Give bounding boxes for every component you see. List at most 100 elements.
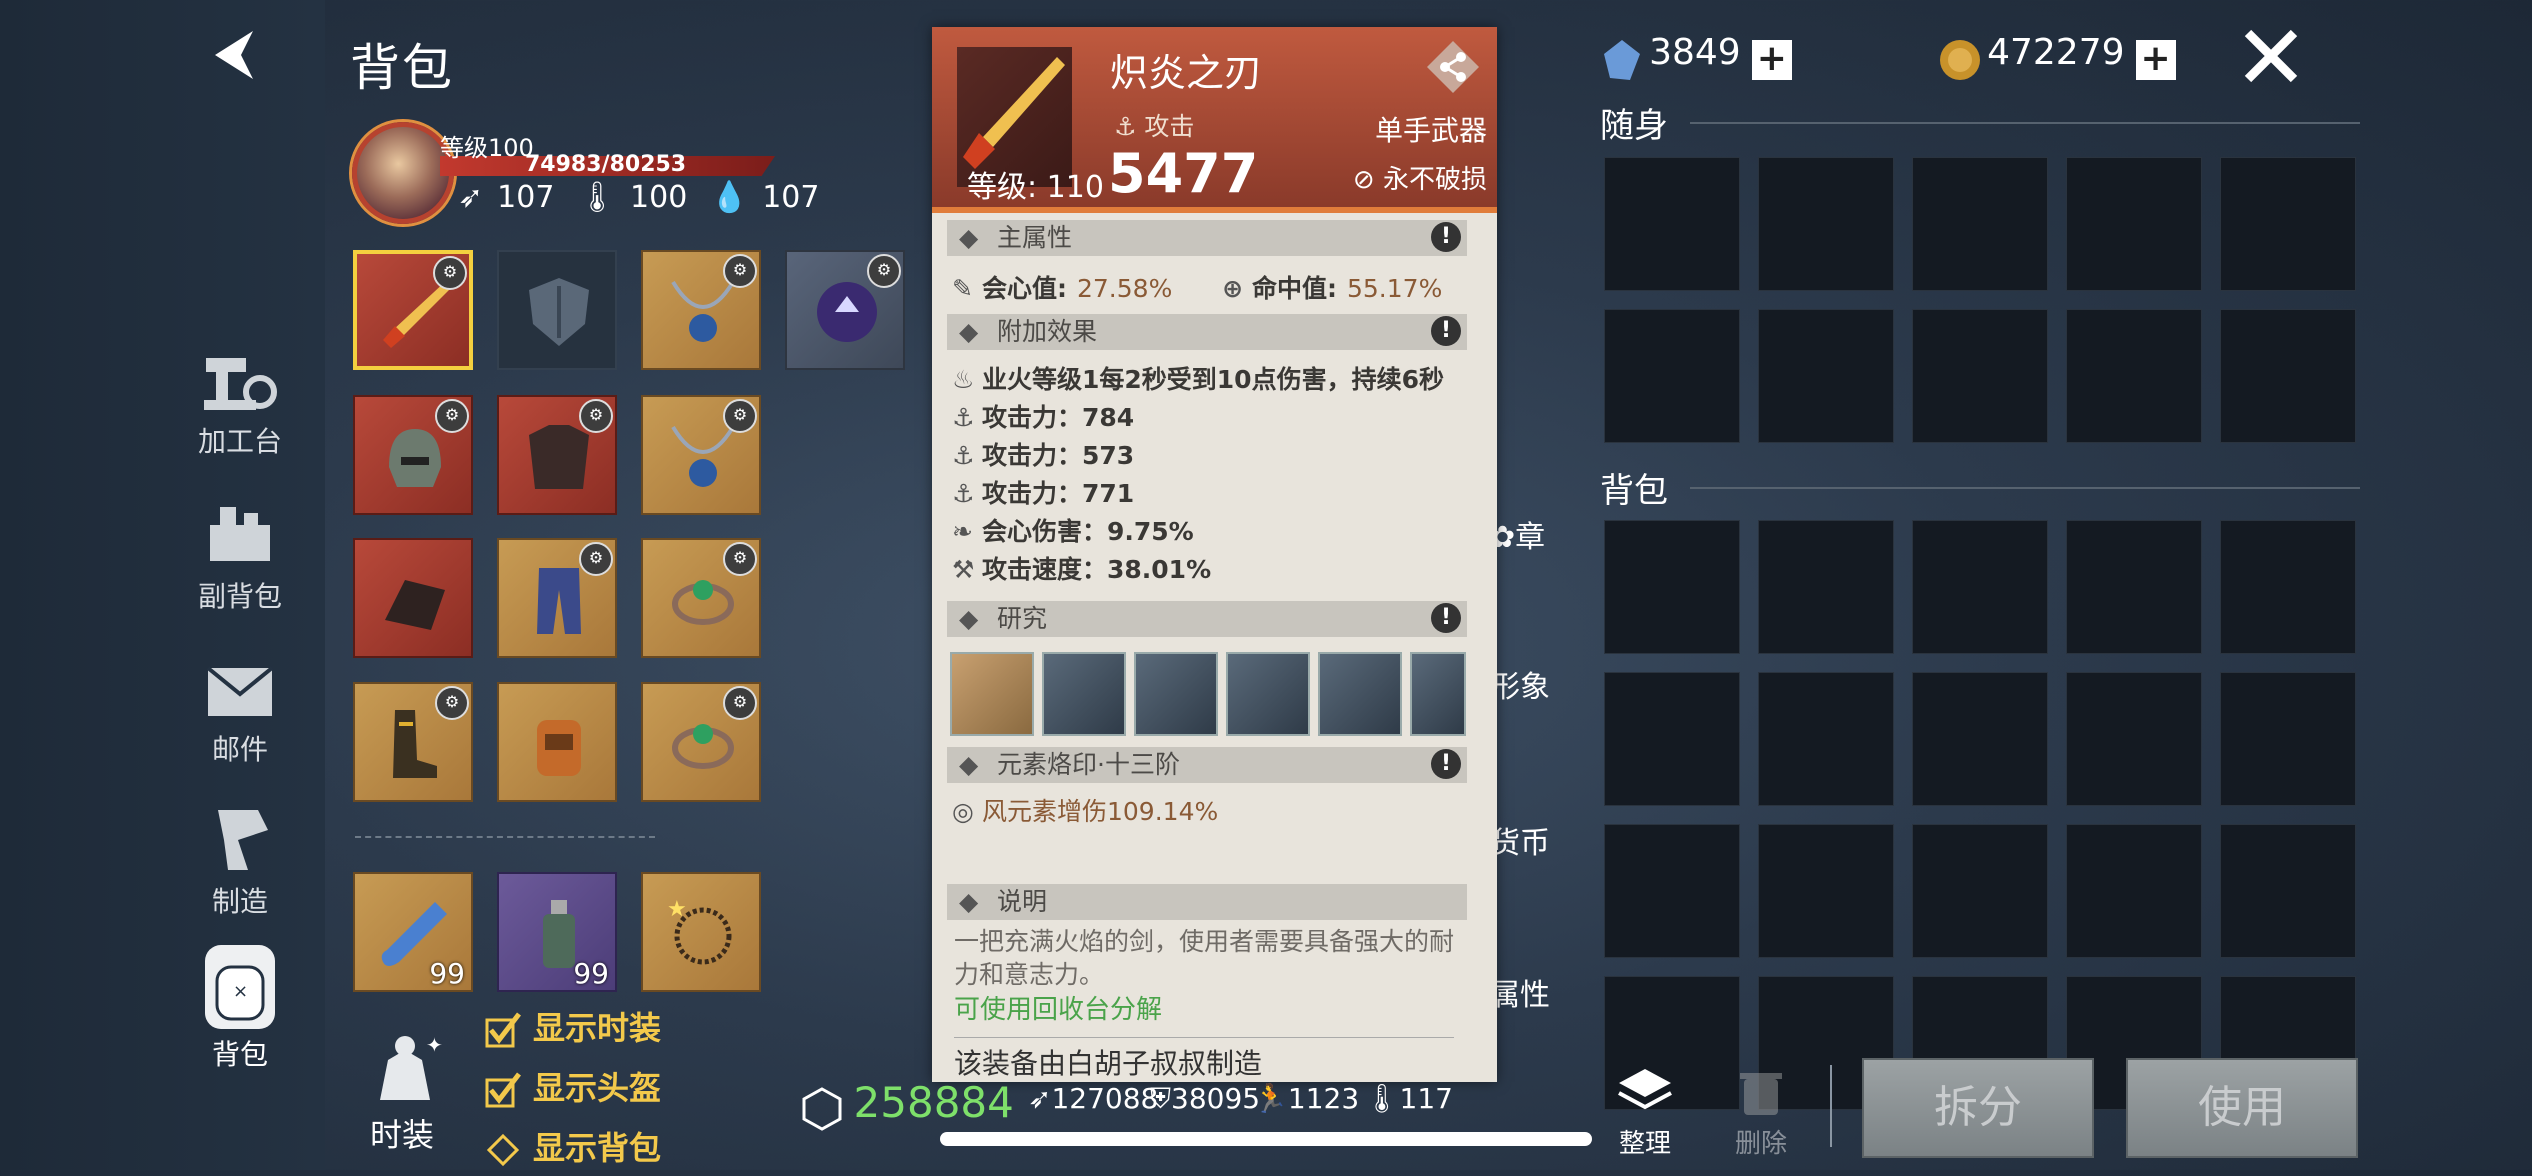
coin-icon bbox=[1938, 39, 1982, 80]
inventory-slot[interactable] bbox=[2220, 157, 2356, 291]
nav-item-mail[interactable]: 邮件 bbox=[180, 648, 300, 768]
gem-icon bbox=[1600, 39, 1644, 80]
research-scroll-icon[interactable] bbox=[1134, 652, 1218, 736]
research-scroll-icon[interactable] bbox=[1042, 652, 1126, 736]
inventory-slot[interactable] bbox=[2066, 309, 2202, 443]
info-icon[interactable]: ! bbox=[1431, 222, 1461, 252]
item-maker: 该装备由白胡子叔叔制造 bbox=[954, 1037, 1454, 1082]
equip-slot-ring[interactable]: ⚙ bbox=[641, 538, 761, 658]
info-icon[interactable]: ! bbox=[1431, 749, 1461, 779]
equip-slot-helmet[interactable]: ⚙ bbox=[353, 395, 473, 515]
share-icon[interactable] bbox=[1423, 39, 1483, 99]
inventory-slot[interactable] bbox=[1912, 824, 2048, 958]
research-scroll-icon[interactable] bbox=[1410, 652, 1466, 736]
sort-label: 整理 bbox=[1618, 1129, 1671, 1159]
equip-slot-chest[interactable]: ⚙ bbox=[497, 395, 617, 515]
option-show-backpack[interactable]: 显示背包 bbox=[485, 1123, 661, 1169]
inventory-slot[interactable] bbox=[1912, 672, 2048, 806]
equip-slot-weapon[interactable]: ⚙ bbox=[353, 250, 473, 370]
inventory-slot[interactable] bbox=[1912, 520, 2048, 654]
info-icon[interactable]: ! bbox=[1431, 603, 1461, 633]
research-book-icon[interactable] bbox=[950, 652, 1034, 736]
section-extra-effects: ◆ 附加效果! bbox=[947, 314, 1467, 350]
option-show-fashion[interactable]: 显示时装 bbox=[485, 1003, 661, 1049]
inventory-slot[interactable] bbox=[2066, 824, 2202, 958]
equip-slot-necklace[interactable]: ⚙ bbox=[641, 250, 761, 370]
fashion-icon[interactable]: ✦ bbox=[360, 1030, 450, 1110]
consumable-slot-1[interactable]: 99 bbox=[353, 872, 473, 992]
nav-item-crafting[interactable]: 制造 bbox=[180, 800, 300, 920]
nav-label-sub-backpack: 副背包 bbox=[197, 580, 282, 613]
side-tab-badge[interactable]: ✿章 bbox=[1490, 512, 1545, 556]
bottom-stat-c: 🏃1123 bbox=[1253, 1082, 1360, 1115]
inventory-slot[interactable] bbox=[2066, 157, 2202, 291]
back-arrow-icon[interactable] bbox=[205, 25, 265, 85]
effect-row: ❧ 会心伤害：9.75% bbox=[952, 517, 1194, 546]
inventory-slot[interactable] bbox=[1758, 520, 1894, 654]
delete-button[interactable]: 删除 bbox=[1728, 1065, 1794, 1160]
inventory-slot[interactable] bbox=[2066, 672, 2202, 806]
backpack-item-icon bbox=[519, 704, 599, 784]
attack-speed-icon: ⚒ bbox=[952, 555, 975, 584]
inventory-slot[interactable] bbox=[2220, 672, 2356, 806]
inventory-slot[interactable] bbox=[1758, 157, 1894, 291]
layers-icon bbox=[1615, 1069, 1675, 1123]
shield-icon: ⛨ bbox=[1150, 1082, 1172, 1115]
consumable-slot-3[interactable]: ★ bbox=[641, 872, 761, 992]
research-scroll-icon[interactable] bbox=[1318, 652, 1402, 736]
inventory-slot[interactable] bbox=[1758, 309, 1894, 443]
use-button[interactable]: 使用 bbox=[2126, 1058, 2358, 1158]
gear-badge-icon: ⚙ bbox=[579, 399, 613, 433]
inventory-slot[interactable] bbox=[1758, 672, 1894, 806]
inventory-slot[interactable] bbox=[2220, 824, 2356, 958]
sort-button[interactable]: 整理 bbox=[1612, 1065, 1678, 1160]
stamina-icon: ➶ bbox=[1028, 1082, 1052, 1115]
diamond-icon: ◆ bbox=[959, 750, 979, 779]
close-icon[interactable] bbox=[2240, 25, 2302, 91]
nav-item-sub-backpack[interactable]: 副背包 bbox=[180, 495, 300, 615]
equip-slot-shield[interactable] bbox=[497, 250, 617, 370]
equip-slot-orb[interactable]: ⚙ bbox=[785, 250, 905, 370]
temperature-icon: 🌡 bbox=[1364, 1082, 1400, 1115]
inventory-slot[interactable] bbox=[1604, 672, 1740, 806]
character-stats: ➶ 107 🌡 100 💧 107 bbox=[458, 180, 833, 215]
gear-badge-icon: ⚙ bbox=[723, 399, 757, 433]
side-tab-attributes[interactable]: 属性 bbox=[1490, 970, 1550, 1014]
equip-slot-ring-2[interactable]: ⚙ bbox=[641, 682, 761, 802]
inventory-slot[interactable] bbox=[1604, 157, 1740, 291]
inventory-slot[interactable] bbox=[2220, 520, 2356, 654]
inventory-slot[interactable] bbox=[1758, 824, 1894, 958]
coin-currency: 472279 + bbox=[1938, 32, 2176, 82]
inventory-slot[interactable] bbox=[2066, 520, 2202, 654]
equip-slot-boots[interactable]: ⚙ bbox=[353, 682, 473, 802]
consumable-slot-2[interactable]: 99 bbox=[497, 872, 617, 992]
section-description: ◆ 说明 bbox=[947, 884, 1467, 920]
equip-slot-backpack[interactable] bbox=[497, 682, 617, 802]
inventory-slot[interactable] bbox=[1604, 824, 1740, 958]
inventory-slot[interactable] bbox=[1604, 309, 1740, 443]
equip-slot-necklace-2[interactable]: ⚙ bbox=[641, 395, 761, 515]
hp-value: 74983/80253 bbox=[525, 152, 687, 177]
equip-slot-pants[interactable]: ⚙ bbox=[497, 538, 617, 658]
nav-item-workbench[interactable]: 加工台 bbox=[180, 340, 300, 460]
equip-slot-gloves[interactable] bbox=[353, 538, 473, 658]
inventory-slot[interactable] bbox=[2220, 309, 2356, 443]
sub-backpack-icon bbox=[198, 495, 282, 571]
inventory-slot[interactable] bbox=[1912, 309, 2048, 443]
option-show-helmet[interactable]: 显示头盔 bbox=[485, 1063, 661, 1109]
side-tab-appearance[interactable]: 形象 bbox=[1490, 662, 1550, 706]
avatar[interactable] bbox=[352, 122, 454, 224]
add-gems-button[interactable]: + bbox=[1751, 39, 1792, 80]
inventory-slot[interactable] bbox=[1912, 157, 2048, 291]
nav-item-backpack[interactable]: × 背包 bbox=[180, 945, 300, 1073]
research-scroll-icon[interactable] bbox=[1226, 652, 1310, 736]
item-type: ⚓ 攻击 bbox=[1114, 112, 1195, 141]
inventory-slot[interactable] bbox=[1604, 520, 1740, 654]
side-tab-currency[interactable]: 货币 bbox=[1490, 818, 1550, 862]
info-icon[interactable]: ! bbox=[1431, 316, 1461, 346]
run-icon: 🏃 bbox=[1253, 1082, 1288, 1115]
stat-1: 107 bbox=[497, 180, 555, 215]
add-coins-button[interactable]: + bbox=[2135, 39, 2176, 80]
split-button[interactable]: 拆分 bbox=[1862, 1058, 2094, 1158]
effect-row: ♨ 业火等级1每2秒受到10点伤害，持续6秒 bbox=[952, 365, 1444, 394]
